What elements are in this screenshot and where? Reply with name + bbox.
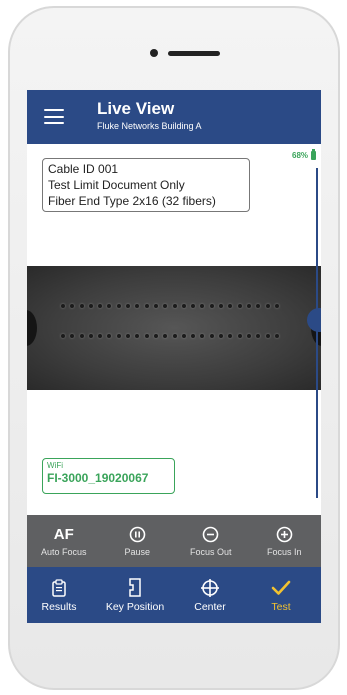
hamburger-menu-icon[interactable] <box>44 109 64 124</box>
pause-label: Pause <box>124 546 151 557</box>
nav-results-button[interactable]: Results <box>27 567 91 623</box>
header-bar: Live View Fluke Networks Building A <box>27 90 321 144</box>
battery-percent: 68% <box>292 151 309 160</box>
nav-results-label: Results <box>41 600 77 613</box>
key-position-icon <box>128 578 142 598</box>
nav-center-label: Center <box>194 600 226 613</box>
page-title: Live View <box>97 99 175 118</box>
focus-in-label: Focus In <box>266 546 302 557</box>
pause-icon <box>128 526 146 544</box>
page-subtitle: Fluke Networks Building A <box>97 121 202 131</box>
nav-key-position-label: Key Position <box>105 600 165 613</box>
pause-button[interactable]: Pause <box>101 515 175 567</box>
battery-icon <box>311 149 317 160</box>
bottom-nav: Results Key Position Center Test <box>27 567 321 623</box>
fiber-end-type: Fiber End Type 2x16 (32 fibers) <box>48 194 216 208</box>
auto-focus-label: Auto Focus <box>40 546 87 557</box>
test-limit: Test Limit Document Only <box>48 178 185 192</box>
focus-toolbar: AF Auto Focus Pause Focus Out Focus In <box>27 515 321 567</box>
focus-slider-track[interactable] <box>316 168 318 498</box>
nav-center-button[interactable]: Center <box>179 567 241 623</box>
crosshair-icon <box>200 578 220 598</box>
wifi-info-box: WiFi FI-3000_19020067 <box>42 458 175 494</box>
nav-test-label: Test <box>271 600 291 613</box>
auto-focus-button[interactable]: AF Auto Focus <box>27 515 101 567</box>
checkmark-icon <box>271 578 291 598</box>
focus-in-button[interactable]: Focus In <box>248 515 322 567</box>
battery-indicator: 68% <box>292 149 317 160</box>
app-screen: Live View Fluke Networks Building A Cabl… <box>27 90 321 623</box>
nav-test-button[interactable]: Test <box>241 567 321 623</box>
focus-out-label: Focus Out <box>189 546 232 557</box>
fiber-row-bottom <box>61 334 279 338</box>
nav-key-position-button[interactable]: Key Position <box>91 567 179 623</box>
focus-out-button[interactable]: Focus Out <box>174 515 248 567</box>
plus-circle-icon <box>275 526 293 544</box>
wifi-network-name: FI-3000_19020067 <box>47 471 149 485</box>
cable-id: Cable ID 001 <box>48 162 119 176</box>
minus-circle-icon <box>202 526 220 544</box>
speaker-grille <box>168 51 220 56</box>
fiber-row-top <box>61 304 279 308</box>
wifi-label: WiFi <box>47 461 63 470</box>
cable-info-box: Cable ID 001 Test Limit Document Only Fi… <box>42 158 250 212</box>
fiber-end-image <box>27 266 321 390</box>
image-edge-shadow <box>27 310 37 346</box>
front-camera <box>150 49 158 57</box>
af-icon: AF <box>53 525 74 543</box>
clipboard-icon <box>52 578 66 598</box>
